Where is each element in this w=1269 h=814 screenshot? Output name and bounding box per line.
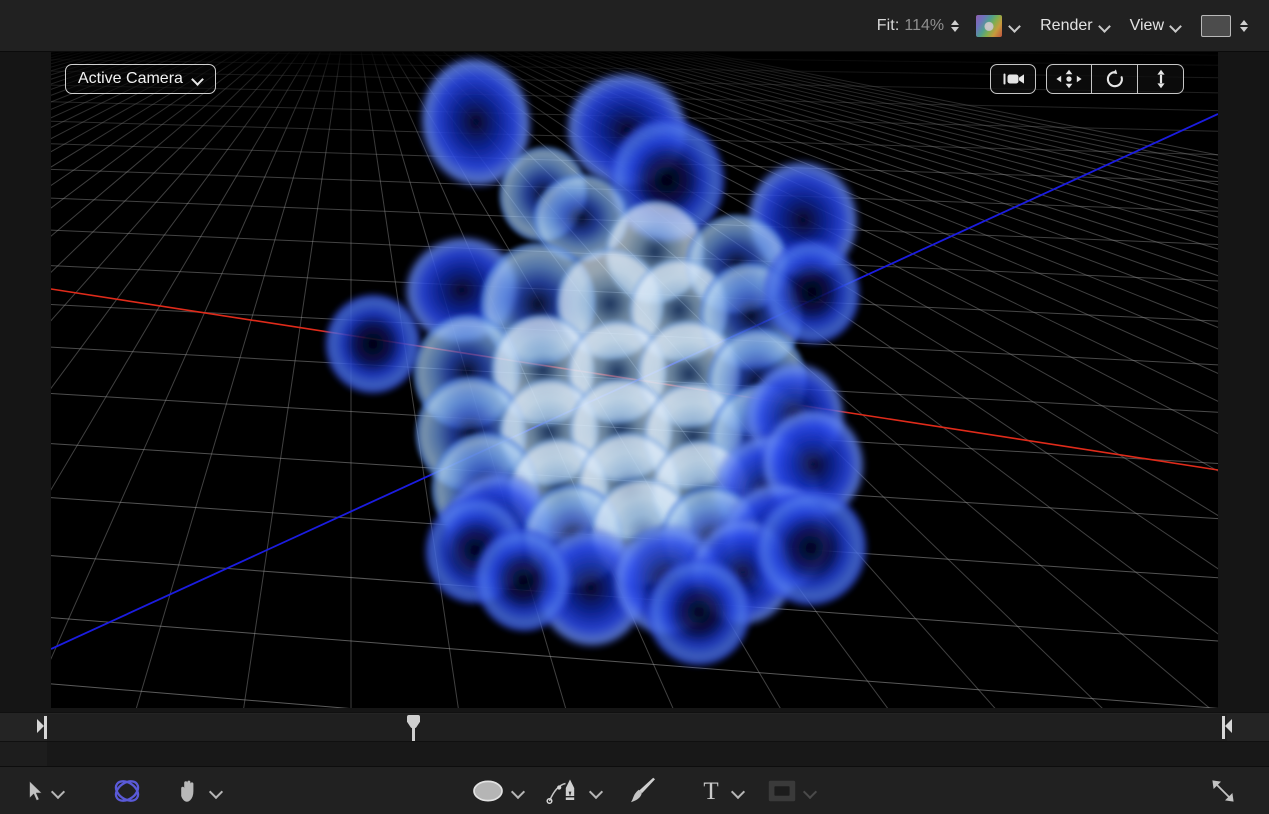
top-toolbar-controls: Fit: 114% Render View bbox=[871, 0, 1259, 52]
timeline-gap-strip bbox=[0, 742, 1269, 766]
chevron-down-icon[interactable] bbox=[803, 784, 818, 799]
view-menu[interactable]: View bbox=[1121, 17, 1192, 35]
render-menu[interactable]: Render bbox=[1031, 17, 1120, 35]
arrow-cursor-icon[interactable] bbox=[28, 780, 44, 802]
orbit-rotate-icon bbox=[1104, 69, 1126, 89]
scrubber-track[interactable] bbox=[47, 714, 1227, 741]
text-tool[interactable]: T bbox=[698, 767, 746, 814]
chevron-down-icon[interactable] bbox=[51, 784, 66, 799]
chevron-down-icon[interactable] bbox=[731, 784, 746, 799]
view-menu-label: View bbox=[1130, 17, 1164, 35]
shape-tool[interactable] bbox=[472, 767, 526, 814]
color-picker-swatch[interactable] bbox=[976, 15, 1002, 37]
active-camera-menu[interactable]: Active Camera bbox=[65, 64, 216, 94]
paint-tool[interactable] bbox=[628, 767, 658, 814]
timeline-gap-left bbox=[0, 742, 47, 766]
torus-rings bbox=[322, 52, 876, 670]
torus-cluster bbox=[51, 52, 1218, 708]
camera-button[interactable] bbox=[990, 64, 1036, 94]
color-picker-control[interactable] bbox=[967, 15, 1031, 37]
oval-shape-icon[interactable] bbox=[472, 779, 504, 803]
text-t-icon[interactable]: T bbox=[698, 778, 724, 804]
hand-icon[interactable] bbox=[176, 778, 202, 804]
resize-handle[interactable] bbox=[1208, 767, 1238, 814]
fit-stepper[interactable] bbox=[949, 15, 961, 37]
chevron-down-icon[interactable] bbox=[209, 784, 224, 799]
stepper-down-arrow-icon bbox=[1240, 27, 1248, 32]
zoom-fit-control[interactable]: Fit: 114% bbox=[871, 15, 967, 37]
chevron-down-icon[interactable] bbox=[1009, 20, 1022, 33]
dolly-button[interactable] bbox=[1138, 64, 1184, 94]
timeline-scrubber[interactable] bbox=[0, 712, 1269, 742]
chevron-down-icon[interactable] bbox=[1170, 20, 1183, 33]
zoom-fit-value: 114% bbox=[904, 17, 944, 35]
video-camera-icon bbox=[1000, 71, 1026, 87]
out-point-triangle-icon bbox=[1225, 719, 1232, 733]
in-point-bar bbox=[44, 716, 47, 739]
dolly-updown-icon bbox=[1152, 69, 1170, 89]
mask-rectangle-icon[interactable] bbox=[768, 780, 796, 802]
top-toolbar: Fit: 114% Render View bbox=[0, 0, 1269, 52]
bezier-tool[interactable] bbox=[546, 767, 604, 814]
render-menu-label: Render bbox=[1040, 17, 1092, 35]
select-tool[interactable] bbox=[28, 767, 66, 814]
stepper-up-arrow-icon bbox=[1240, 20, 1248, 25]
navigation-tool-group bbox=[1046, 64, 1184, 94]
orbit-atom-icon[interactable] bbox=[110, 775, 144, 807]
stepper-up-arrow-icon bbox=[951, 20, 959, 25]
playhead[interactable] bbox=[407, 715, 420, 741]
transform-3d-tool[interactable] bbox=[110, 767, 144, 814]
svg-text:T: T bbox=[703, 778, 718, 804]
playhead-stem bbox=[412, 726, 415, 741]
mask-tool[interactable] bbox=[768, 767, 818, 814]
out-point-marker[interactable] bbox=[1222, 716, 1233, 739]
motion-canvas-window: Fit: 114% Render View bbox=[0, 0, 1269, 814]
diagonal-resize-icon[interactable] bbox=[1208, 776, 1238, 806]
in-point-marker[interactable] bbox=[36, 716, 47, 739]
in-point-triangle-icon bbox=[37, 719, 44, 733]
preview-quality-control[interactable] bbox=[1192, 15, 1259, 37]
chevron-down-icon[interactable] bbox=[1099, 20, 1112, 33]
pan-arrows-icon bbox=[1055, 69, 1083, 89]
chevron-down-icon[interactable] bbox=[511, 784, 526, 799]
viewport-tools bbox=[990, 64, 1184, 94]
zoom-fit-label: Fit: bbox=[877, 17, 900, 35]
preview-stepper[interactable] bbox=[1238, 15, 1250, 37]
pan-tool[interactable] bbox=[176, 767, 224, 814]
stepper-down-arrow-icon bbox=[951, 27, 959, 32]
canvas-area: Active Camera bbox=[0, 52, 1269, 712]
bottom-toolbar: T bbox=[0, 766, 1269, 814]
chevron-down-icon[interactable] bbox=[589, 784, 604, 799]
orbit-button[interactable] bbox=[1092, 64, 1138, 94]
preview-quality-swatch[interactable] bbox=[1201, 15, 1231, 37]
chevron-down-icon[interactable] bbox=[192, 73, 205, 86]
bezier-pen-icon[interactable] bbox=[546, 777, 582, 805]
3d-viewport[interactable]: Active Camera bbox=[51, 52, 1218, 708]
pan-button[interactable] bbox=[1046, 64, 1092, 94]
active-camera-label: Active Camera bbox=[78, 70, 183, 88]
paint-brush-icon[interactable] bbox=[628, 777, 658, 805]
